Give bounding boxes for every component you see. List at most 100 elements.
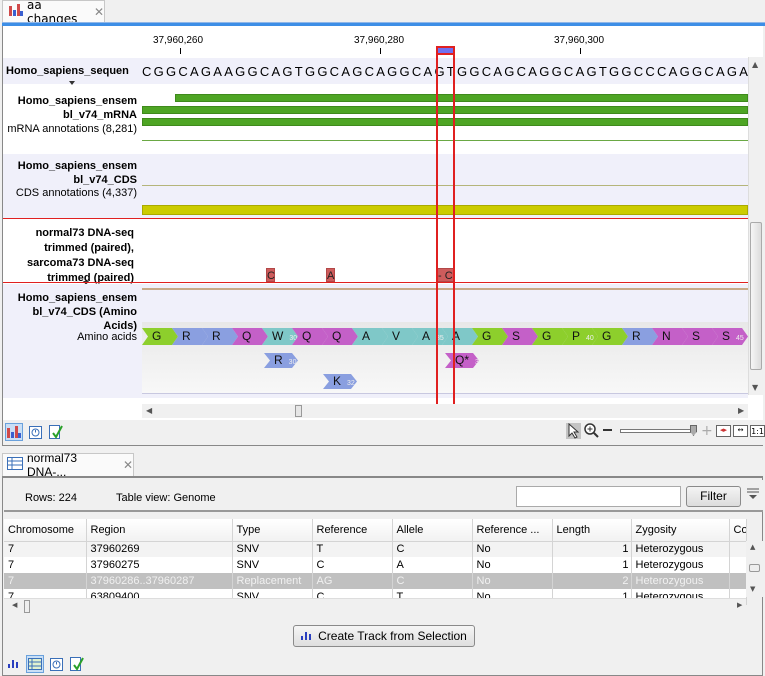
table-cell[interactable]: 1 xyxy=(552,557,632,573)
table-cell[interactable]: Heterozygous xyxy=(631,557,730,573)
table-cell[interactable]: 37960286..37960287 xyxy=(86,573,233,589)
scroll-left-icon[interactable]: ◀ xyxy=(12,601,17,609)
table-view-label: Table view: Genome xyxy=(116,492,216,504)
amino-acid-letter: Q* xyxy=(455,353,470,367)
table-cell[interactable]: No xyxy=(472,573,553,589)
close-icon[interactable]: ✕ xyxy=(123,458,133,472)
table-cell[interactable]: A xyxy=(392,557,473,573)
table-view-icon[interactable] xyxy=(26,655,44,673)
filter-button[interactable]: Filter xyxy=(686,486,741,507)
table-cell[interactable] xyxy=(729,557,747,573)
table-cell[interactable]: 7 xyxy=(4,557,87,573)
table-cell[interactable]: 7 xyxy=(4,541,87,557)
amino-acid-letter: P xyxy=(572,329,581,343)
table-cell[interactable]: No xyxy=(472,557,553,573)
table-horizontal-scrollbar[interactable]: ◀ ▶ xyxy=(4,598,746,614)
table-cell[interactable]: Heterozygous xyxy=(631,573,730,589)
scroll-down-icon[interactable]: ▼ xyxy=(752,383,758,392)
vertical-scroll-thumb[interactable] xyxy=(750,222,762,370)
table-cell[interactable]: T xyxy=(312,541,393,557)
mrna-track-name-2: bl_v74_mRNA xyxy=(63,109,137,121)
table-row[interactable]: 7 37960275 SNV C A No 1 Heterozygous xyxy=(4,557,747,573)
history-icon[interactable] xyxy=(47,655,65,673)
zoom-1-to-1-icon[interactable]: 1:1 xyxy=(750,425,765,437)
table-cell[interactable]: 37960269 xyxy=(86,541,233,557)
track-list-icon xyxy=(9,4,23,19)
table-vscroll-thumb[interactable] xyxy=(749,564,760,572)
table-cell[interactable]: 1 xyxy=(552,541,632,557)
track-view-icon[interactable] xyxy=(8,658,20,671)
column-header[interactable]: Region xyxy=(86,519,233,542)
table-cell[interactable] xyxy=(729,573,747,589)
column-header[interactable]: Reference ... xyxy=(472,519,553,542)
selection-handle[interactable] xyxy=(436,46,455,55)
scroll-up-icon[interactable]: ▲ xyxy=(750,543,755,551)
table-hscroll-thumb[interactable] xyxy=(24,600,30,613)
track-view-icon[interactable] xyxy=(5,423,23,441)
table-cell[interactable]: C xyxy=(392,573,473,589)
table-icon xyxy=(7,457,23,473)
horizontal-scrollbar[interactable] xyxy=(142,404,748,418)
column-header[interactable]: Co xyxy=(729,519,747,542)
validate-icon[interactable] xyxy=(47,423,65,441)
tab-title: normal73 DNA-... xyxy=(27,451,78,479)
dropdown-arrow-icon[interactable] xyxy=(69,81,75,85)
zoom-to-fit-icon[interactable]: ↔ xyxy=(733,425,748,437)
mrna-annotation[interactable] xyxy=(175,94,748,102)
table-row[interactable]: 7 37960286..37960287 Replacement AG C No 2 Hete… xyxy=(4,573,747,589)
scroll-up-icon[interactable]: ▲ xyxy=(752,60,758,69)
table-cell[interactable]: C xyxy=(312,557,393,573)
history-icon[interactable] xyxy=(26,423,44,441)
table-settings-icon[interactable] xyxy=(746,487,760,501)
column-header[interactable]: Allele xyxy=(392,519,473,542)
table-cell[interactable]: SNV xyxy=(232,557,313,573)
close-icon[interactable]: ✕ xyxy=(94,5,104,19)
column-header[interactable]: Reference xyxy=(312,519,393,542)
zoom-slider[interactable] xyxy=(620,429,695,433)
table-cell[interactable]: 7 xyxy=(4,573,87,589)
table-cell[interactable]: No xyxy=(472,541,553,557)
column-header[interactable]: Type xyxy=(232,519,313,542)
mrna-track-name-1: Homo_sapiens_ensem xyxy=(17,95,137,107)
create-track-label: Create Track from Selection xyxy=(318,629,467,643)
table-cell[interactable] xyxy=(729,541,747,557)
amino-acid[interactable]: G xyxy=(142,328,178,345)
table-cell[interactable]: AG xyxy=(312,573,393,589)
column-header[interactable]: Zygosity xyxy=(631,519,730,542)
create-track-button[interactable]: Create Track from Selection xyxy=(293,625,475,647)
scroll-right-icon[interactable]: ▶ xyxy=(738,406,744,415)
validate-icon[interactable] xyxy=(68,655,86,673)
column-header[interactable]: Chromosome xyxy=(4,519,87,542)
ruler-label: 37,960,280 xyxy=(354,35,405,46)
scroll-right-icon[interactable]: ▶ xyxy=(737,601,742,609)
horizontal-scroll-thumb[interactable] xyxy=(295,405,302,417)
table-body: 7 37960269 SNV T C No 1 Heterozygous 7 37960275 SN… xyxy=(4,541,747,605)
table-cell[interactable]: 2 xyxy=(552,573,632,589)
selection-box[interactable] xyxy=(436,55,455,404)
table-cell[interactable]: Heterozygous xyxy=(631,541,730,557)
cds-track-name-2: bl_v74_CDS xyxy=(73,174,137,186)
amino-acid-letter: Q xyxy=(302,329,312,343)
viewer-toolbar xyxy=(2,420,763,446)
zoom-in-mode-icon[interactable] xyxy=(584,423,600,442)
table-cell[interactable]: 37960275 xyxy=(86,557,233,573)
table-cell[interactable]: Replacement xyxy=(232,573,313,589)
select-mode-icon[interactable] xyxy=(566,422,581,439)
filter-input[interactable] xyxy=(516,486,681,507)
tab-aa-changes[interactable]: aa changes ✕ xyxy=(2,0,105,26)
tab-variant-table[interactable]: normal73 DNA-... ✕ xyxy=(2,451,134,479)
scroll-left-icon[interactable]: ◀ xyxy=(146,406,152,415)
variant-marker[interactable]: C xyxy=(266,268,275,282)
zoom-to-selection-icon[interactable]: ◂▸ xyxy=(716,425,731,437)
table-vertical-scrollbar[interactable]: ▲ ▼ xyxy=(746,541,763,597)
table-cell[interactable]: C xyxy=(392,541,473,557)
variant-marker[interactable]: A xyxy=(326,268,335,282)
amino-acid-letter: S xyxy=(512,329,521,343)
scroll-down-icon[interactable]: ▼ xyxy=(750,585,755,593)
zoom-out-icon[interactable] xyxy=(603,429,612,431)
ruler-tick xyxy=(180,48,181,54)
table-cell[interactable]: SNV xyxy=(232,541,313,557)
zoom-in-icon[interactable]: + xyxy=(701,423,713,439)
column-header[interactable]: Length xyxy=(552,519,632,542)
table-row[interactable]: 7 37960269 SNV T C No 1 Heterozygous xyxy=(4,541,747,557)
